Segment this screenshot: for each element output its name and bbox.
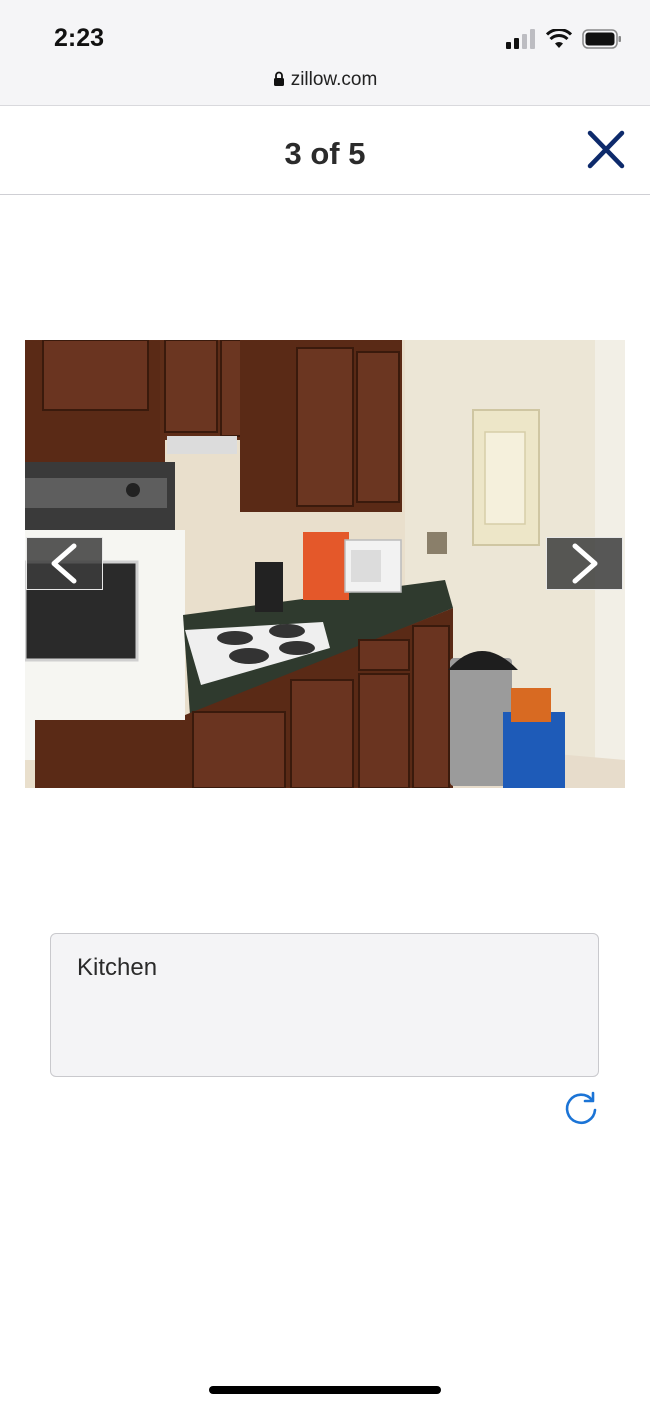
photo-viewer-header: 3 of 5: [0, 106, 650, 195]
status-icons: [506, 28, 622, 50]
wifi-icon: [546, 29, 572, 48]
photo-caption: Kitchen: [77, 954, 158, 981]
next-photo-button[interactable]: [546, 537, 623, 590]
previous-photo-button[interactable]: [26, 537, 103, 590]
photo-counter: 3 of 5: [284, 136, 366, 171]
close-icon: [587, 130, 625, 169]
status-time: 2:23: [54, 24, 105, 52]
listing-photo[interactable]: [25, 340, 625, 788]
url-text: zillow.com: [290, 69, 378, 90]
close-button[interactable]: [584, 130, 628, 170]
refresh-icon: [565, 1091, 597, 1125]
chevron-left-icon: [51, 543, 77, 584]
url-bar[interactable]: zillow.com: [0, 69, 650, 91]
photo-caption-box: Kitchen: [50, 933, 599, 1077]
browser-status-bar: 2:23 zillow.com: [0, 0, 650, 106]
refresh-button[interactable]: [562, 1090, 600, 1128]
signal-icon: [506, 29, 535, 49]
home-indicator[interactable]: [209, 1386, 441, 1394]
lock-icon: [273, 71, 284, 86]
kitchen-photo-image: [25, 340, 625, 788]
battery-icon: [582, 29, 621, 49]
chevron-right-icon: [572, 543, 598, 584]
